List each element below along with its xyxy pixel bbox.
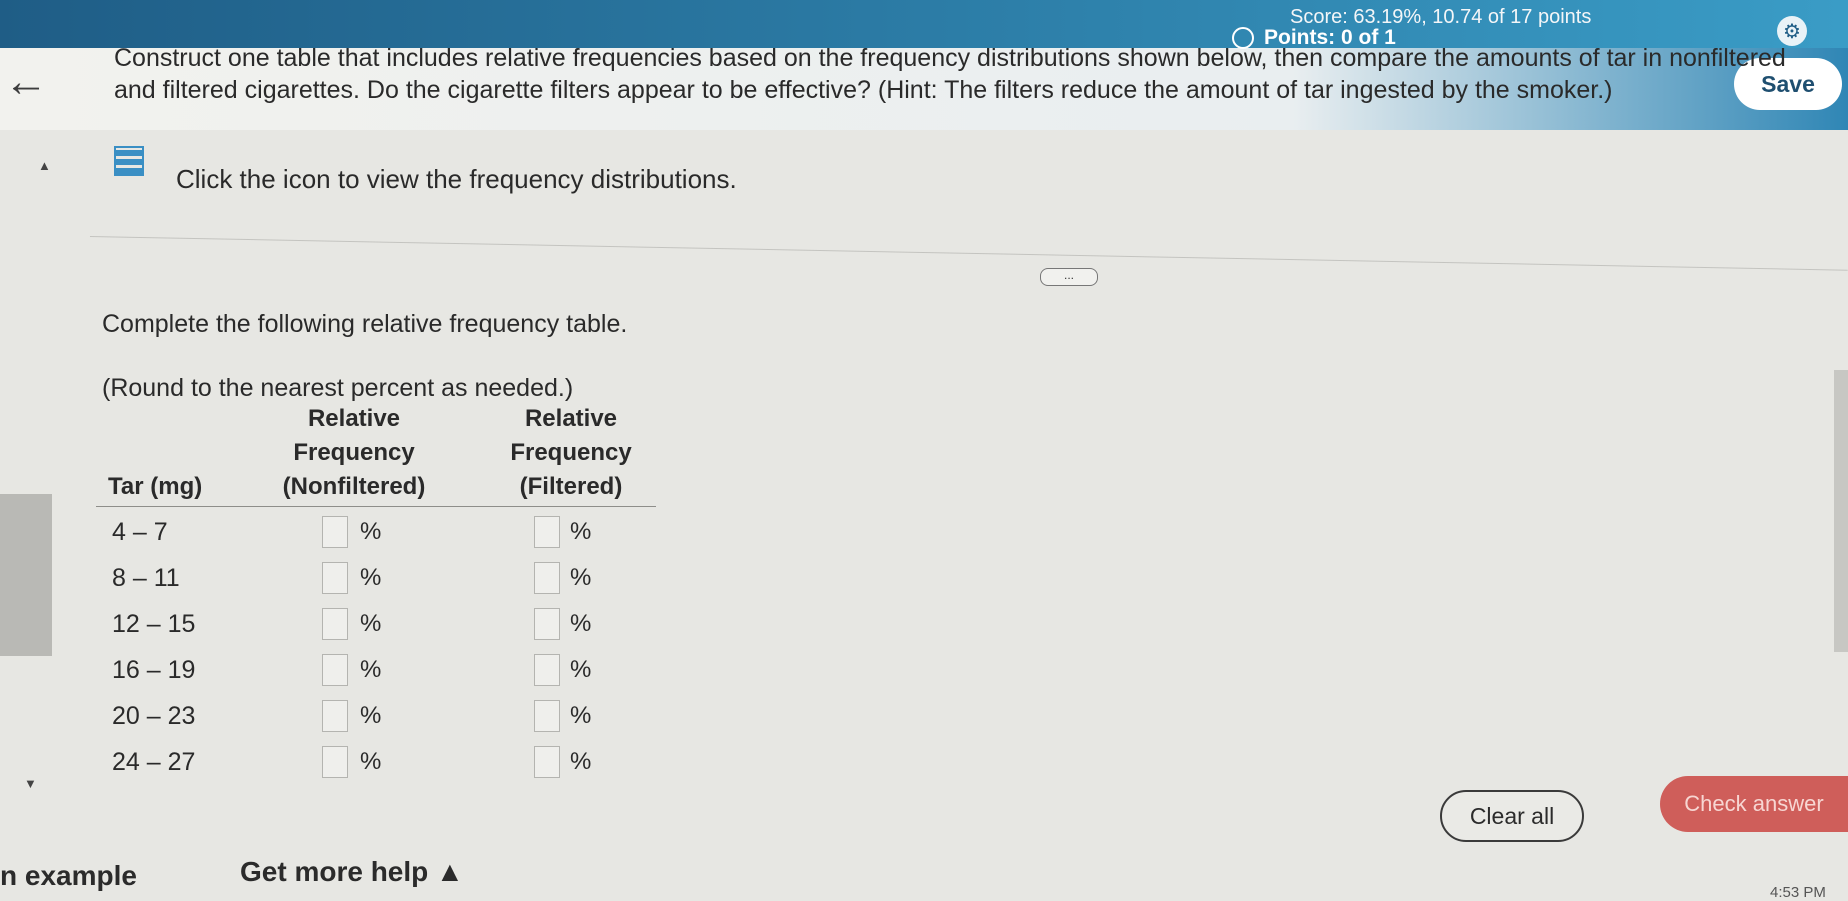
nonfiltered-input[interactable] [322,746,348,778]
rounding-note: (Round to the nearest percent as needed.… [102,374,574,402]
percent-label: % [570,610,592,637]
header-rule [96,506,656,507]
filtered-input[interactable] [534,516,560,548]
percent-label: % [570,656,592,683]
percent-label: % [570,702,592,729]
percent-label: % [570,518,592,545]
tar-range: 16 – 19 [112,656,196,684]
table-row: 16 – 19 % % [96,650,656,696]
table-row: 20 – 23 % % [96,696,656,742]
tar-range: 24 – 27 [112,748,196,776]
header-filtered: Relative Frequency (Filtered) [510,405,632,500]
header-tar: Tar (mg) [108,473,203,500]
right-scrollbar[interactable] [1834,370,1848,652]
divider [89,236,1848,271]
table-row: 4 – 7 % % [96,512,656,558]
left-scrollbar[interactable] [0,494,52,656]
percent-label: % [360,702,382,729]
nonfiltered-input[interactable] [322,700,348,732]
collapse-down-icon[interactable]: ▼ [24,776,37,791]
table-row: 8 – 11 % % [96,558,656,604]
get-more-help-link[interactable]: Get more help ▲ [240,856,464,888]
filtered-input[interactable] [534,562,560,594]
header-nonfiltered: Relative Frequency (Nonfiltered) [282,405,426,500]
filtered-input[interactable] [534,608,560,640]
percent-label: % [360,564,382,591]
percent-label: % [360,518,382,545]
clear-all-button[interactable]: Clear all [1440,790,1584,842]
instructions: Complete the following relative frequenc… [102,310,628,338]
table-row: 12 – 15 % % [96,604,656,650]
icon-instruction: Click the icon to view the frequency dis… [176,164,737,194]
question-prompt: Construct one table that includes relati… [114,44,1786,104]
grid-icon[interactable] [114,146,144,176]
tar-range: 8 – 11 [112,564,180,592]
table-row: 24 – 27 % % [96,742,656,788]
check-answer-button[interactable]: Check answer [1660,776,1848,832]
collapse-up-icon[interactable]: ▲ [38,158,51,173]
percent-label: % [570,748,592,775]
tar-range: 12 – 15 [112,610,196,638]
more-button[interactable]: ... [1040,268,1098,286]
view-example-link[interactable]: n example [0,860,137,892]
clock: 4:53 PM [1770,884,1826,901]
filtered-input[interactable] [534,700,560,732]
filtered-input[interactable] [534,746,560,778]
nonfiltered-input[interactable] [322,654,348,686]
nonfiltered-input[interactable] [322,516,348,548]
percent-label: % [360,748,382,775]
percent-label: % [360,610,382,637]
tar-range: 20 – 23 [112,702,196,730]
nonfiltered-input[interactable] [322,608,348,640]
filtered-input[interactable] [534,654,560,686]
nonfiltered-input[interactable] [322,562,348,594]
percent-label: % [360,656,382,683]
percent-label: % [570,564,592,591]
arrow-left-icon[interactable]: ← [4,60,48,104]
tar-range: 4 – 7 [112,518,168,546]
